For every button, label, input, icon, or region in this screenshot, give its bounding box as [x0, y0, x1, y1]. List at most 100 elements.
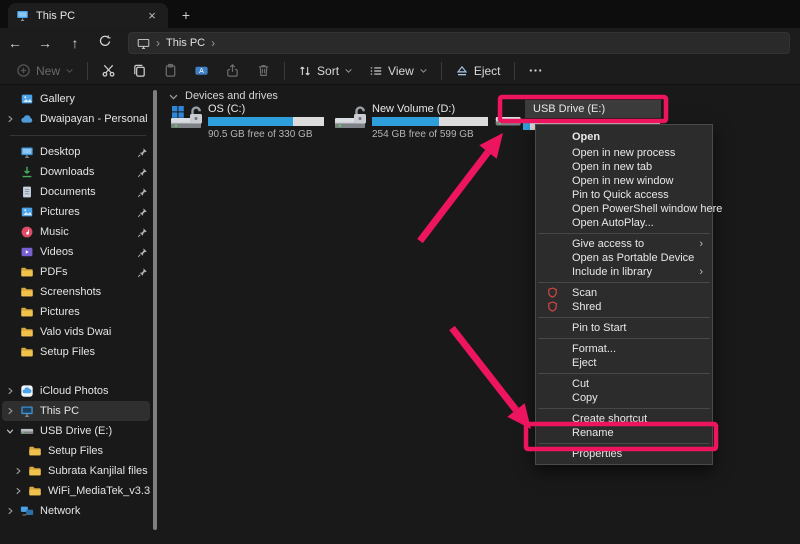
breadcrumb-separator: ›	[156, 36, 160, 50]
shield-red-icon	[547, 301, 558, 316]
chevron-down-icon[interactable]	[2, 426, 18, 436]
more-options-button[interactable]	[520, 59, 551, 83]
sidebar-item-subrata-kanjilal-files[interactable]: Subrata Kanjilal files	[2, 461, 150, 481]
pin-icon	[134, 247, 150, 258]
sidebar-item-label: Music	[40, 226, 134, 238]
back-button[interactable]: ←	[0, 35, 30, 51]
network-icon	[18, 504, 36, 518]
menu-item-open-autoplay[interactable]: Open AutoPlay...	[536, 216, 712, 230]
folder-icon	[26, 484, 44, 498]
sidebar-item-pdfs[interactable]: PDFs	[2, 262, 150, 282]
address-bar[interactable]: › This PC ›	[128, 32, 790, 54]
breadcrumb-this-pc[interactable]: This PC	[166, 37, 205, 49]
sidebar-item-network[interactable]: Network	[2, 501, 150, 521]
menu-item-open-powershell-window-here[interactable]: Open PowerShell window here	[536, 202, 712, 216]
copy-button[interactable]	[124, 59, 155, 83]
sidebar-item-videos[interactable]: Videos	[2, 242, 150, 262]
refresh-button[interactable]	[90, 34, 120, 51]
up-button[interactable]: ↑	[60, 35, 90, 51]
sidebar-item-gallery[interactable]: Gallery	[2, 89, 150, 109]
drive-tile-os-c[interactable]: OS (C:)90.5 GB free of 330 GB	[170, 103, 330, 139]
drive-lock-icon	[334, 105, 368, 136]
sidebar-item-pictures[interactable]: Pictures	[2, 202, 150, 222]
pin-icon	[134, 227, 150, 238]
rename-button[interactable]: A	[186, 59, 217, 83]
sort-button[interactable]: Sort	[290, 59, 361, 83]
tab-close-icon[interactable]: ×	[144, 8, 160, 23]
menu-item-label: Shred	[572, 301, 601, 313]
menu-item-pin-to-quick-access[interactable]: Pin to Quick access	[536, 188, 712, 202]
sidebar-item-setup-files[interactable]: Setup Files	[2, 342, 150, 362]
menu-item-label: Scan	[572, 287, 597, 299]
sidebar-item-label: Documents	[40, 186, 134, 198]
sidebar-item-dwaipayan-personal[interactable]: Dwaipayan - Personal	[2, 109, 150, 129]
sidebar-item-pictures[interactable]: Pictures	[2, 302, 150, 322]
sidebar-item-usb-drive-e[interactable]: USB Drive (E:)	[2, 421, 150, 441]
view-button[interactable]: View	[361, 59, 436, 83]
sidebar-item-setup-files[interactable]: Setup Files	[2, 441, 150, 461]
sidebar-item-wifi-mediatek-v3-3-0-350[interactable]: WiFi_MediaTek_v3.3.0.350	[2, 481, 150, 501]
menu-item-include-in-library[interactable]: Include in library›	[536, 265, 712, 279]
menu-item-eject[interactable]: Eject	[536, 356, 712, 370]
music-icon	[18, 225, 36, 239]
sidebar-scrollbar[interactable]	[153, 90, 157, 530]
menu-item-open-as-portable-device[interactable]: Open as Portable Device	[536, 251, 712, 265]
breadcrumb-separator: ›	[211, 36, 215, 50]
chevron-right-icon[interactable]	[2, 386, 18, 396]
drive-usage-bar	[372, 117, 488, 126]
sidebar-item-screenshots[interactable]: Screenshots	[2, 282, 150, 302]
menu-item-cut[interactable]: Cut	[536, 377, 712, 391]
sidebar-item-label: WiFi_MediaTek_v3.3.0.350	[48, 485, 150, 497]
drive-windows-lock-icon	[170, 105, 204, 136]
menu-item-label: Rename	[572, 427, 614, 439]
share-button[interactable]	[217, 59, 248, 83]
menu-item-open[interactable]: Open	[536, 128, 712, 146]
drive-free-space-label: 254 GB free of 599 GB	[372, 129, 474, 140]
menu-item-open-in-new-window[interactable]: Open in new window	[536, 174, 712, 188]
menu-item-copy[interactable]: Copy	[536, 391, 712, 405]
cut-button[interactable]	[93, 59, 124, 83]
new-tab-button[interactable]: +	[176, 6, 196, 26]
toolbar-divider	[441, 62, 442, 80]
menu-item-create-shortcut[interactable]: Create shortcut	[536, 412, 712, 426]
sidebar-item-icloud-photos[interactable]: iCloud Photos	[2, 381, 150, 401]
sidebar-item-downloads[interactable]: Downloads	[2, 162, 150, 182]
drive-usage-fill	[523, 122, 530, 130]
forward-button[interactable]: →	[30, 35, 60, 51]
menu-item-scan[interactable]: Scan	[536, 286, 712, 300]
chevron-right-icon[interactable]	[2, 406, 18, 416]
menu-item-shred[interactable]: Shred	[536, 300, 712, 314]
chevron-right-icon[interactable]	[10, 486, 26, 496]
new-button[interactable]: New	[8, 59, 82, 83]
menu-item-rename[interactable]: Rename	[536, 426, 712, 440]
menu-item-open-in-new-process[interactable]: Open in new process	[536, 146, 712, 160]
sidebar-item-label: Setup Files	[48, 445, 150, 457]
pin-icon	[134, 187, 150, 198]
sidebar-item-label: Pictures	[40, 306, 150, 318]
drive-tile-new-volume-d[interactable]: New Volume (D:)254 GB free of 599 GB	[334, 103, 494, 139]
menu-item-open-in-new-tab[interactable]: Open in new tab	[536, 160, 712, 174]
menu-item-properties[interactable]: Properties	[536, 447, 712, 461]
sidebar-item-valo-vids-dwai[interactable]: Valo vids Dwai	[2, 322, 150, 342]
chevron-right-icon[interactable]	[10, 466, 26, 476]
eject-button[interactable]: Eject	[447, 59, 509, 83]
tab-this-pc[interactable]: This PC ×	[8, 3, 168, 28]
menu-item-format[interactable]: Format...	[536, 342, 712, 356]
paste-button[interactable]	[155, 59, 186, 83]
chevron-right-icon[interactable]	[2, 506, 18, 516]
drive-usage-fill	[208, 117, 293, 126]
pin-icon	[134, 267, 150, 278]
sidebar-item-label: USB Drive (E:)	[40, 425, 150, 437]
sidebar-item-documents[interactable]: Documents	[2, 182, 150, 202]
chevron-down-icon	[344, 66, 353, 75]
sidebar-item-this-pc[interactable]: This PC	[2, 401, 150, 421]
drive-name: USB Drive (E:)	[525, 100, 661, 118]
chevron-right-icon[interactable]	[2, 114, 18, 124]
sidebar-item-music[interactable]: Music	[2, 222, 150, 242]
menu-item-pin-to-start[interactable]: Pin to Start	[536, 321, 712, 335]
delete-button[interactable]	[248, 59, 279, 83]
sidebar-item-desktop[interactable]: Desktop	[2, 142, 150, 162]
devices-and-drives-header[interactable]: Devices and drives	[168, 90, 278, 102]
menu-item-give-access-to[interactable]: Give access to›	[536, 237, 712, 251]
sidebar-item-label: PDFs	[40, 266, 134, 278]
